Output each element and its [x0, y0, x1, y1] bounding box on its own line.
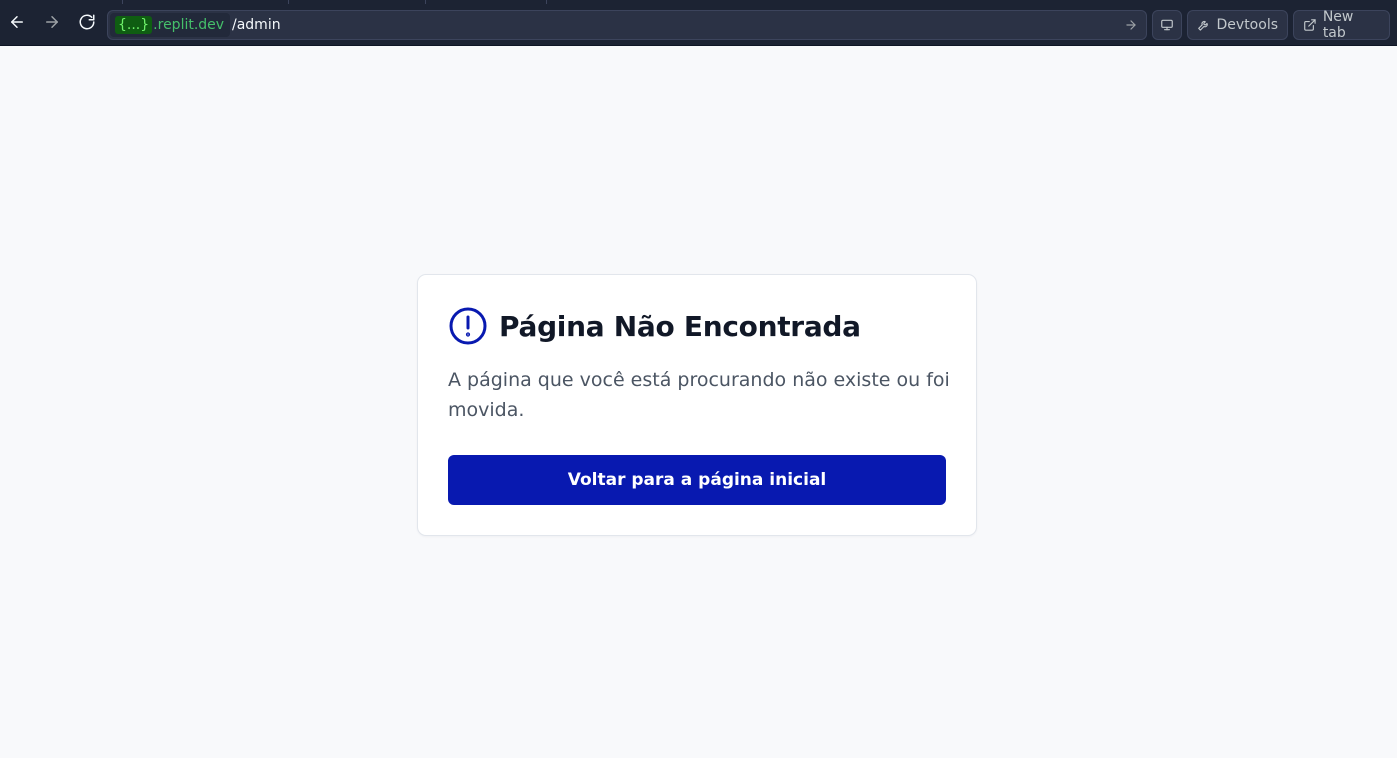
arrow-left-icon — [11, 16, 23, 28]
arrow-right-icon[interactable] — [1124, 18, 1138, 32]
monitor-icon — [1161, 19, 1173, 31]
preview-button[interactable] — [1152, 10, 1182, 40]
url-host: {...} .replit.dev — [110, 13, 231, 37]
devtools-label: Devtools — [1216, 17, 1278, 33]
url-host-suffix: .replit.dev — [153, 17, 225, 33]
page-title: Página Não Encontrada — [499, 309, 861, 343]
forward-button[interactable] — [41, 11, 63, 33]
not-found-card: Página Não Encontrada A página que você … — [417, 274, 977, 536]
card-header: Página Não Encontrada — [448, 306, 861, 346]
new-tab-button[interactable]: New tab — [1293, 9, 1390, 41]
alert-circle-icon — [449, 307, 487, 345]
browser-toolbar: {...} .replit.dev /admin Devtools New ta… — [0, 0, 1397, 46]
back-button[interactable] — [6, 11, 28, 33]
wrench-icon — [1198, 20, 1208, 31]
arrow-right-icon — [46, 16, 58, 28]
card-description: A página que você está procurando não ex… — [448, 369, 950, 421]
back-to-home-button[interactable]: Voltar para a página inicial — [448, 455, 946, 505]
url-bar[interactable]: {...} .replit.dev /admin — [107, 10, 1147, 40]
reload-icon — [79, 14, 95, 30]
url-host-prefix: {...} — [115, 16, 153, 34]
new-tab-label: New tab — [1322, 9, 1354, 41]
reload-button[interactable] — [76, 11, 98, 33]
url-path[interactable]: /admin — [232, 11, 281, 39]
external-link-icon — [1304, 19, 1316, 31]
devtools-button[interactable]: Devtools — [1187, 10, 1288, 40]
tab-strip — [0, 0, 1397, 4]
